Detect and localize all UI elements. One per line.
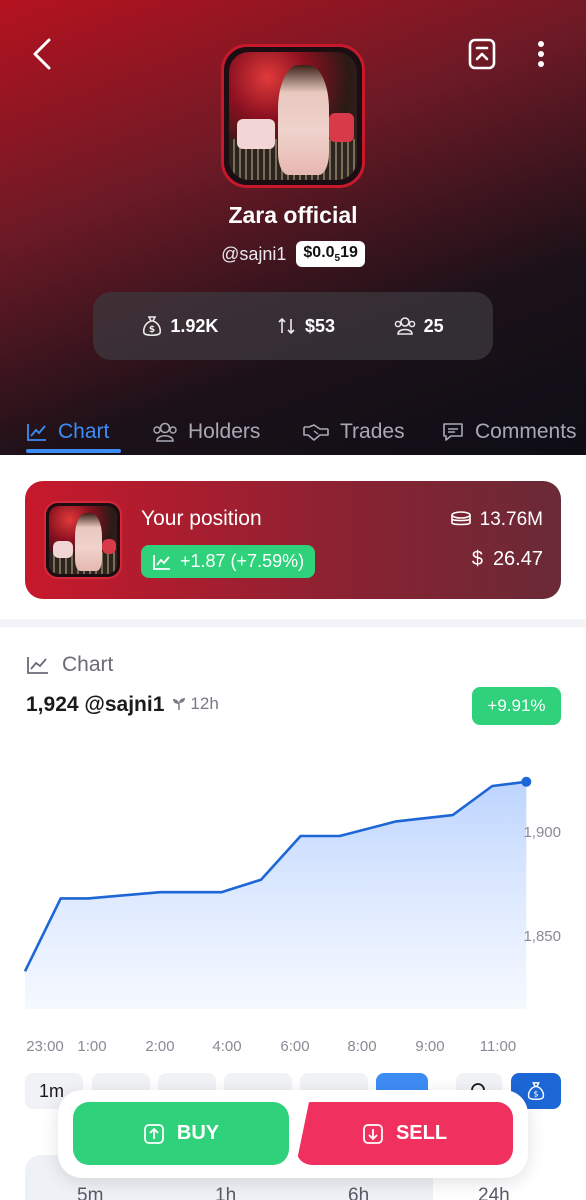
market-cap-value: 1.92K (170, 315, 219, 336)
profile-name: Zara official (228, 202, 358, 228)
back-button[interactable] (22, 32, 62, 76)
handle-row: @sajni1 $0.0519 (0, 241, 586, 268)
tab-bar: Chart Holders Trades Comments (0, 398, 586, 455)
upload-icon (143, 1123, 164, 1144)
chart-last-point (521, 776, 532, 787)
svg-text:$: $ (149, 325, 155, 335)
handshake-icon (303, 423, 329, 441)
tab-holders-label: Holders (188, 419, 261, 443)
profile-handle: @sajni1 (221, 243, 287, 264)
chart-age-value: 12h (190, 694, 219, 713)
chart-line-icon (153, 554, 170, 570)
bookmark-button[interactable] (462, 34, 502, 74)
coins-icon (450, 511, 471, 526)
x-tick-label: 2:00 (145, 1038, 174, 1055)
position-avatar (44, 501, 122, 579)
bookmark-icon (468, 38, 496, 70)
position-usd: $ 26.47 (472, 548, 543, 571)
chart-line-icon (27, 423, 46, 441)
avatar-image (229, 52, 357, 180)
tab-holders[interactable]: Holders (152, 398, 260, 453)
chart-summary-value: 1,924 @sajni1 (26, 693, 165, 716)
chart-age: 12h (172, 694, 219, 714)
download-icon (363, 1123, 383, 1144)
sprout-icon (173, 698, 186, 710)
x-tick-label: 9:00 (415, 1038, 444, 1055)
chart-line-icon (27, 657, 48, 674)
position-card[interactable]: Your position +1.87 (+7.59%) 13.76M $ 26… (25, 481, 561, 599)
interval-24h[interactable]: 24h (478, 1185, 510, 1200)
buy-label: BUY (176, 1122, 220, 1144)
price-badge: $0.0519 (296, 241, 365, 268)
tab-chart[interactable]: Chart (26, 398, 121, 453)
chart-section-header: Chart (26, 653, 113, 677)
more-vertical-icon (538, 41, 544, 67)
x-tick-label: 4:00 (212, 1038, 241, 1055)
volume-value: $53 (304, 315, 336, 336)
avatar-image (49, 506, 117, 574)
trade-action-bar: BUY SELL (58, 1090, 528, 1178)
chart-summary: 1,924 @sajni1 12h (26, 693, 219, 717)
active-tab-indicator (26, 449, 121, 453)
profile-header: Zara official @sajni1 $0.0519 $ 1.92K $5… (0, 0, 586, 455)
holders-value: 25 (423, 315, 444, 336)
y-tick-label: 1,900 (523, 824, 561, 841)
price-prefix: $0.0 (303, 244, 335, 261)
tab-trades[interactable]: Trades (302, 398, 405, 453)
buy-button[interactable]: BUY (73, 1102, 289, 1165)
chart-section: Chart 1,924 @sajni1 12h +9.91% 1,850 1,90… (0, 627, 586, 1132)
position-gain-value: +1.87 (+7.59%) (180, 551, 305, 571)
x-tick-label: 6:00 (280, 1038, 309, 1055)
interval-1h[interactable]: 1h (215, 1185, 236, 1200)
dollar-icon: $ (471, 548, 483, 570)
comment-icon (443, 422, 463, 441)
svg-text:$: $ (533, 1088, 538, 1098)
position-usd-value: 26.47 (492, 548, 543, 570)
position-tokens-value: 13.76M (479, 509, 543, 530)
x-tick-label: 1:00 (77, 1038, 106, 1055)
tab-comments-label: Comments (475, 419, 577, 443)
x-tick-label: 11:00 (480, 1038, 516, 1055)
position-title: Your position (141, 507, 262, 530)
money-bag-icon: $ (143, 316, 162, 337)
swap-vertical-icon (278, 317, 295, 335)
stats-bar: $ 1.92K $53 25 (93, 292, 493, 360)
x-tick-label: 8:00 (347, 1038, 376, 1055)
range-chip-label: 1m (39, 1080, 65, 1101)
sell-button[interactable]: SELL (296, 1102, 513, 1165)
y-tick-label: 1,850 (523, 928, 561, 945)
users-icon (153, 422, 177, 442)
interval-5m[interactable]: 5m (77, 1185, 103, 1200)
money-bag-icon: $ (527, 1082, 545, 1101)
position-gain-badge: +1.87 (+7.59%) (141, 545, 316, 578)
chart-section-title: Chart (62, 653, 114, 676)
chevron-left-icon (33, 38, 51, 70)
stat-volume: $53 (277, 316, 335, 337)
price-suffix: 19 (340, 244, 358, 261)
tab-trades-label: Trades (340, 419, 405, 443)
more-options-button[interactable] (526, 34, 556, 74)
sell-label: SELL (395, 1122, 448, 1144)
position-tokens: 13.76M (450, 509, 543, 531)
interval-6h[interactable]: 6h (348, 1185, 369, 1200)
price-change-badge: +9.91% (472, 687, 561, 725)
stat-holders: 25 (394, 316, 444, 337)
profile-avatar (221, 44, 365, 188)
users-icon (394, 317, 415, 335)
tab-chart-label: Chart (58, 419, 110, 443)
stat-market-cap: $ 1.92K (142, 315, 218, 337)
x-tick-label: 23:00 (26, 1038, 64, 1055)
price-chart[interactable]: 1,850 1,900 23:00 1:00 2:00 4:00 6:00 8:00 9:00 1… (0, 747, 586, 1067)
tab-comments[interactable]: Comments (441, 398, 577, 453)
